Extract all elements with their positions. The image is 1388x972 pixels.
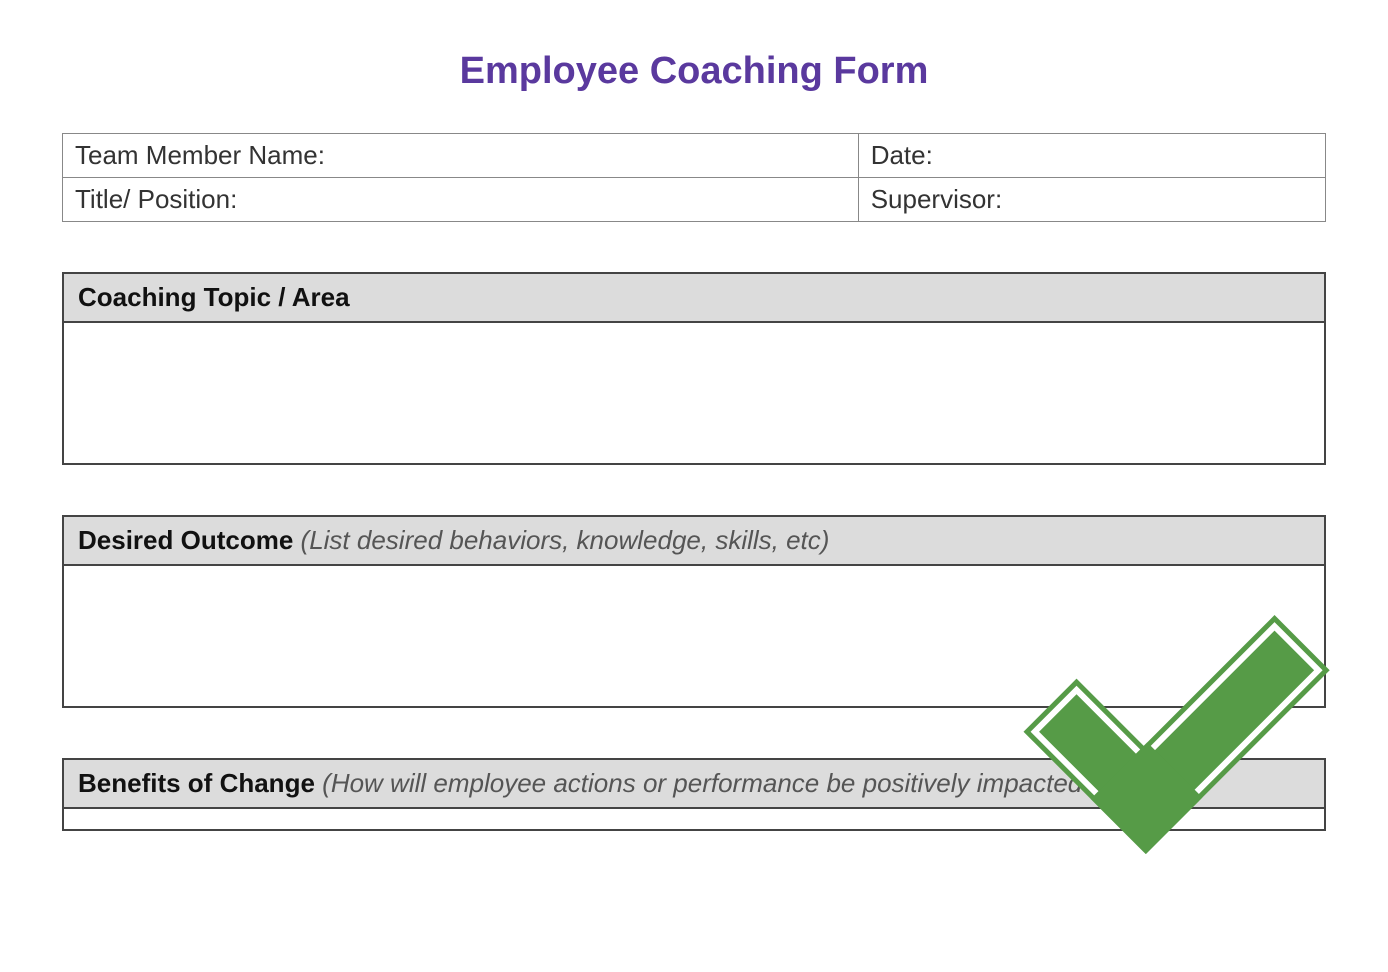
- field-supervisor[interactable]: Supervisor:: [858, 178, 1325, 222]
- section-desired-outcome-subtext: (List desired behaviors, knowledge, skil…: [301, 525, 830, 555]
- section-desired-outcome-body[interactable]: [64, 566, 1324, 706]
- section-coaching-topic-label: Coaching Topic / Area: [78, 282, 350, 312]
- section-benefits-of-change-header: Benefits of Change (How will employee ac…: [64, 760, 1324, 809]
- section-desired-outcome-header: Desired Outcome (List desired behaviors,…: [64, 517, 1324, 566]
- section-benefits-of-change-subtext: (How will employee actions or performanc…: [322, 768, 1105, 798]
- form-title: Employee Coaching Form: [62, 50, 1326, 93]
- info-row-1: Team Member Name: Date:: [63, 134, 1326, 178]
- field-date[interactable]: Date:: [858, 134, 1325, 178]
- info-row-2: Title/ Position: Supervisor:: [63, 178, 1326, 222]
- field-title-position[interactable]: Title/ Position:: [63, 178, 859, 222]
- section-desired-outcome: Desired Outcome (List desired behaviors,…: [62, 515, 1326, 708]
- section-benefits-of-change-label: Benefits of Change: [78, 768, 315, 798]
- section-coaching-topic-body[interactable]: [64, 323, 1324, 463]
- section-desired-outcome-label: Desired Outcome: [78, 525, 293, 555]
- section-coaching-topic-header: Coaching Topic / Area: [64, 274, 1324, 323]
- field-team-member-name[interactable]: Team Member Name:: [63, 134, 859, 178]
- section-coaching-topic: Coaching Topic / Area: [62, 272, 1326, 465]
- section-benefits-of-change: Benefits of Change (How will employee ac…: [62, 758, 1326, 831]
- coaching-form-page: Employee Coaching Form Team Member Name:…: [0, 0, 1388, 831]
- info-table: Team Member Name: Date: Title/ Position:…: [62, 133, 1326, 222]
- section-benefits-of-change-body[interactable]: [64, 809, 1324, 829]
